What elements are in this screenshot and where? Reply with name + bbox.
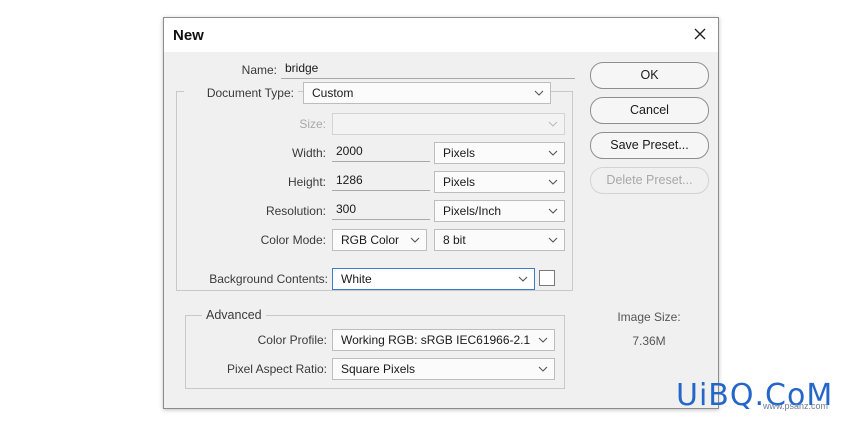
- chevron-down-icon: [548, 179, 558, 185]
- size-select: [332, 113, 565, 135]
- close-icon[interactable]: [691, 25, 709, 43]
- height-unit-select[interactable]: Pixels: [434, 171, 565, 193]
- title-bar: New: [164, 18, 718, 52]
- color-mode-label: Color Mode:: [260, 233, 326, 247]
- height-field[interactable]: 1286: [332, 171, 430, 191]
- chevron-down-icon: [538, 337, 548, 343]
- chevron-down-icon: [534, 90, 544, 96]
- color-profile-label: Color Profile:: [257, 333, 327, 347]
- resolution-unit-select[interactable]: Pixels/Inch: [434, 200, 565, 222]
- resolution-label: Resolution:: [265, 204, 326, 218]
- chevron-down-icon: [518, 276, 528, 282]
- chevron-down-icon: [410, 237, 420, 243]
- background-color-swatch[interactable]: [539, 270, 555, 286]
- width-unit-select[interactable]: Pixels: [434, 142, 565, 164]
- chevron-down-icon: [548, 208, 558, 214]
- document-type-select[interactable]: Custom: [303, 82, 551, 104]
- chevron-down-icon: [548, 150, 558, 156]
- ok-button[interactable]: OK: [590, 62, 709, 89]
- color-profile-select[interactable]: Working RGB: sRGB IEC61966-2.1: [332, 329, 555, 351]
- dialog-title: New: [173, 27, 204, 44]
- width-field[interactable]: 2000: [332, 142, 430, 162]
- name-field[interactable]: bridge: [281, 59, 575, 79]
- color-mode-select[interactable]: RGB Color: [332, 229, 427, 251]
- watermark-url: www.psahz.com: [763, 401, 829, 411]
- size-label: Size:: [299, 117, 326, 131]
- background-contents-select[interactable]: White: [332, 268, 535, 290]
- height-label: Height:: [287, 175, 326, 189]
- bit-depth-select[interactable]: 8 bit: [434, 229, 565, 251]
- cancel-button[interactable]: Cancel: [590, 97, 709, 124]
- pixel-aspect-ratio-label: Pixel Aspect Ratio:: [226, 362, 327, 376]
- chevron-down-icon: [548, 121, 558, 127]
- chevron-down-icon: [548, 237, 558, 243]
- image-size-label: Image Size:: [617, 310, 681, 324]
- name-label: Name:: [241, 63, 277, 77]
- document-type-label: Document Type:: [184, 86, 298, 100]
- background-contents-label: Background Contents:: [209, 272, 328, 286]
- delete-preset-button: Delete Preset...: [590, 167, 709, 194]
- new-document-dialog: New Name: bridge Document Type: Custom S…: [163, 17, 719, 409]
- advanced-heading: Advanced: [202, 308, 266, 322]
- resolution-field[interactable]: 300: [332, 200, 430, 220]
- save-preset-button[interactable]: Save Preset...: [590, 132, 709, 159]
- image-size-value: 7.36M: [632, 334, 666, 348]
- chevron-down-icon: [538, 366, 548, 372]
- pixel-aspect-ratio-select[interactable]: Square Pixels: [332, 358, 555, 380]
- width-label: Width:: [291, 146, 326, 160]
